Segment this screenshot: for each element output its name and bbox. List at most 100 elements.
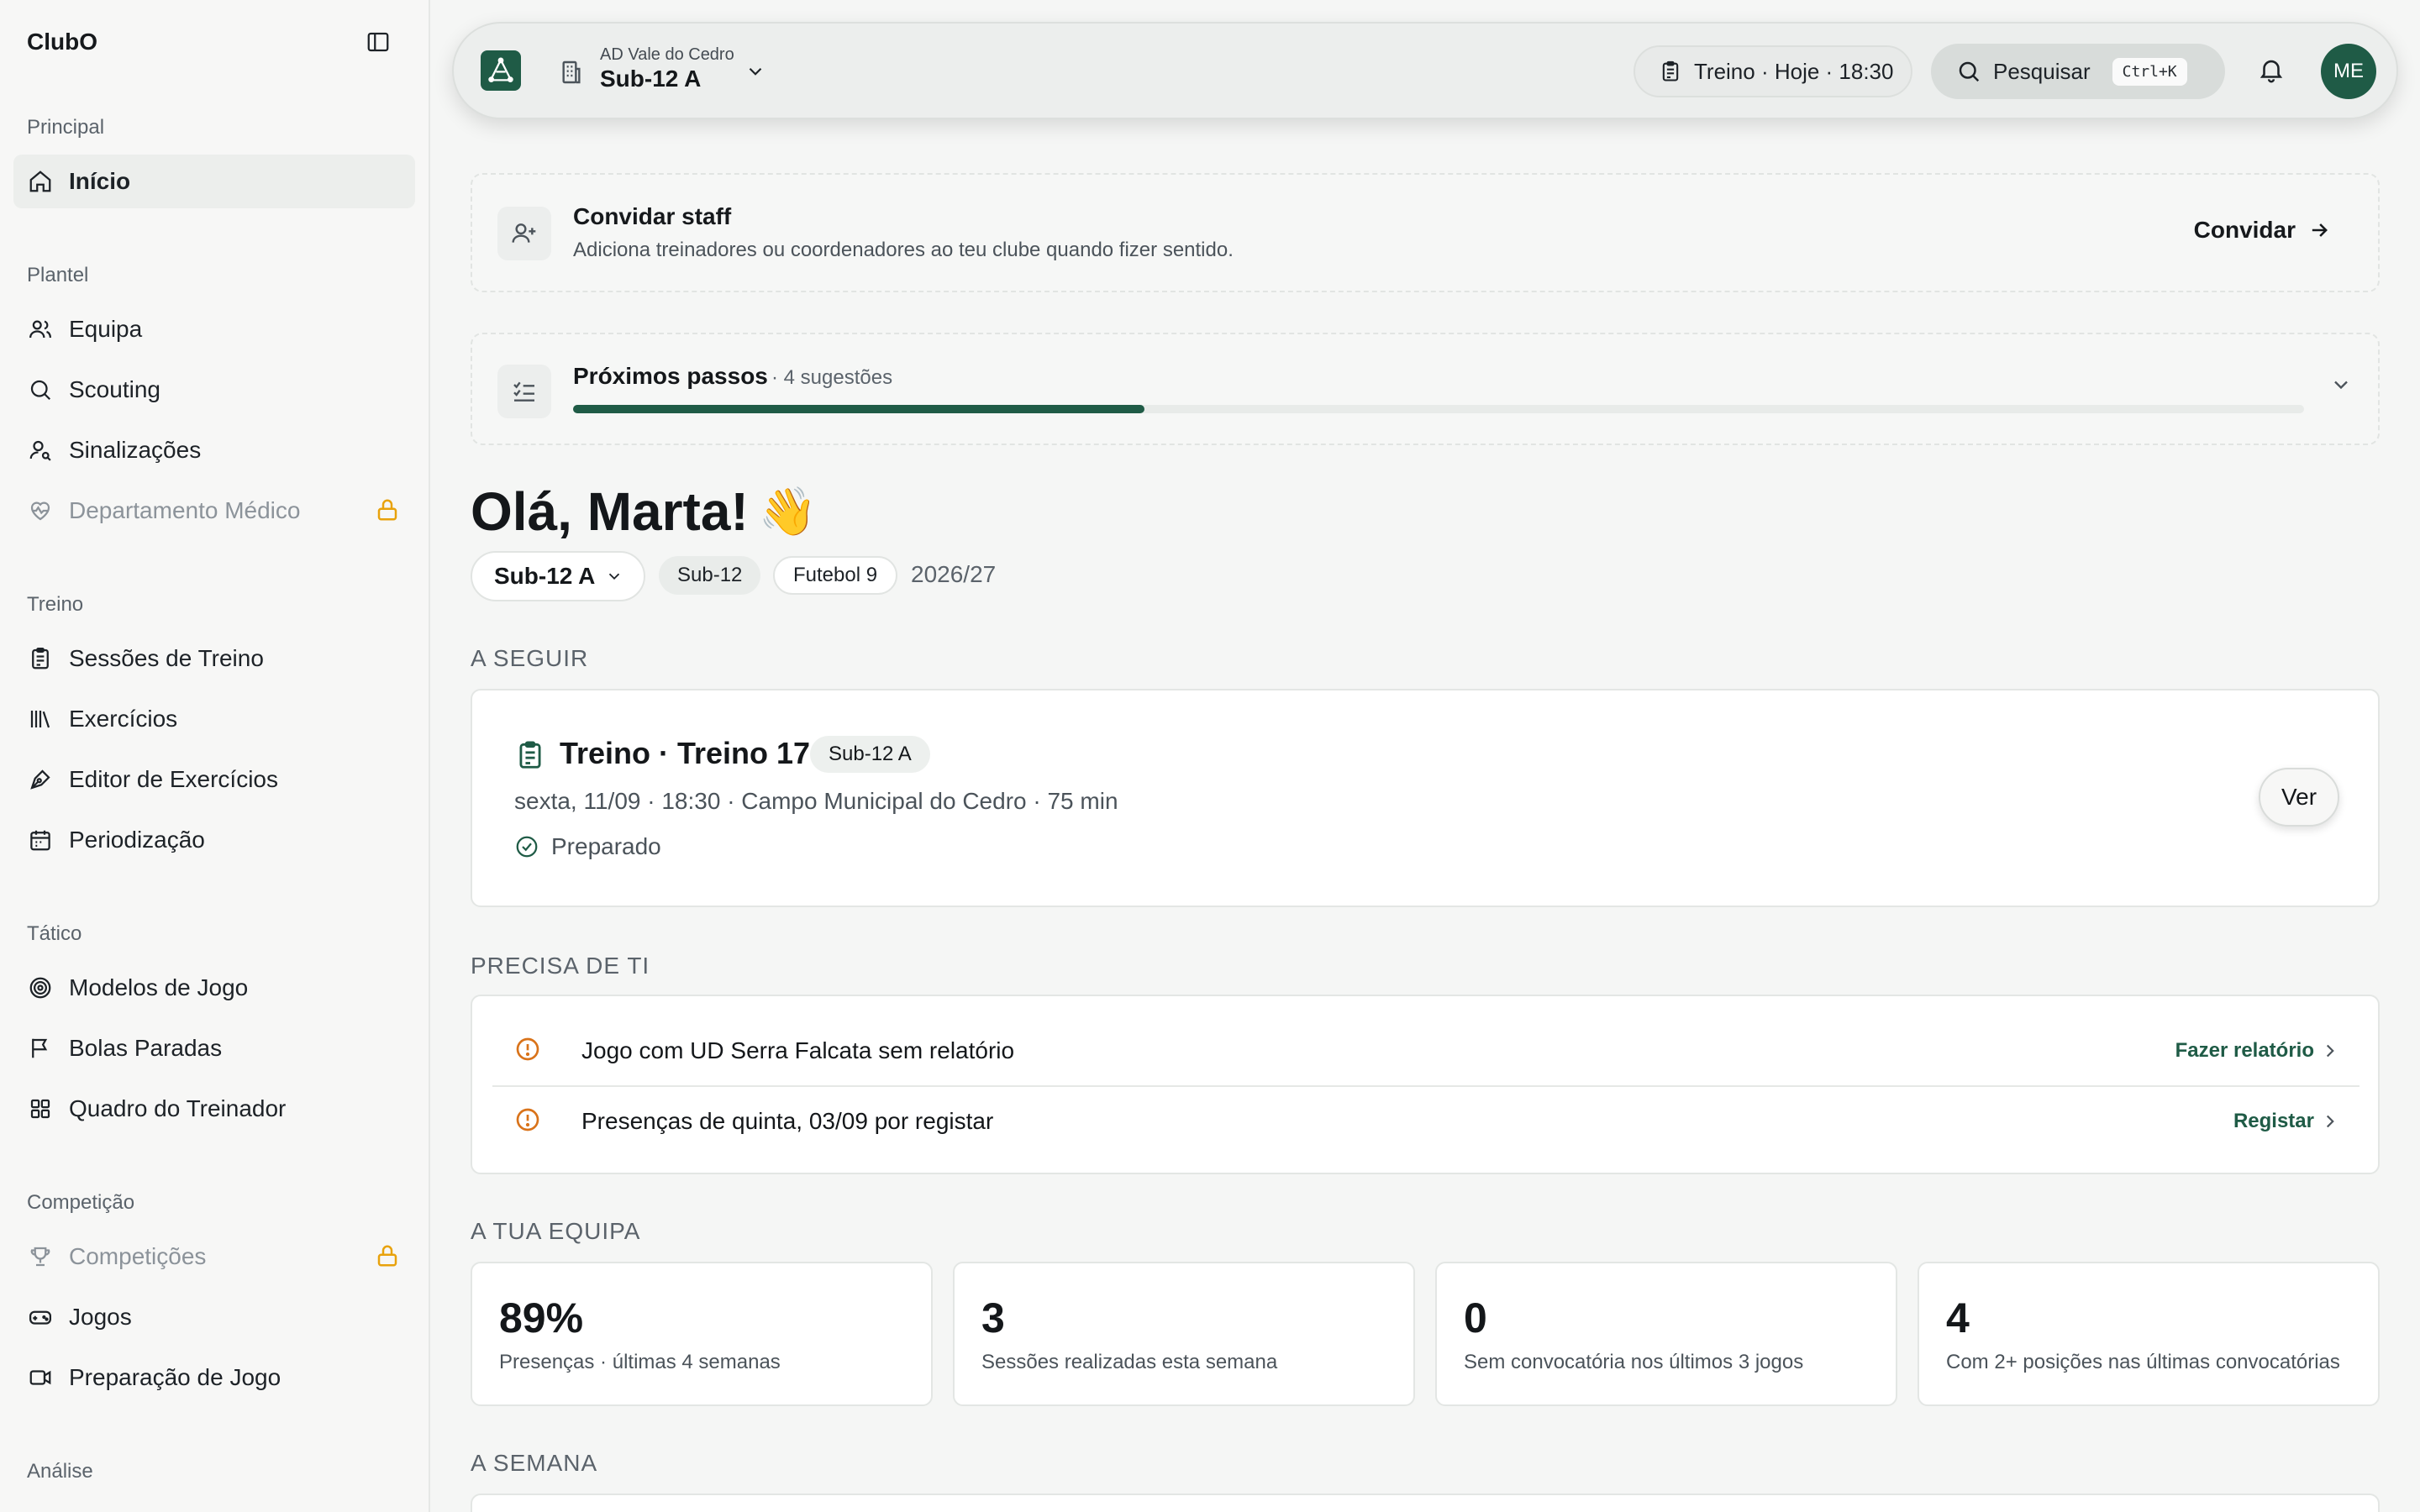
current-session-pill[interactable]: Treino · Hoje · 18:30 <box>1634 45 1912 97</box>
gamepad-icon <box>27 1304 54 1331</box>
club-logo-icon <box>488 57 513 83</box>
stat-card-multi-position[interactable]: 4 Com 2+ posições nas últimas convocatór… <box>1918 1262 2380 1406</box>
invite-button-label: Convidar <box>2193 217 2296 243</box>
stat-card-sessions[interactable]: 3 Sessões realizadas esta semana <box>953 1262 1415 1406</box>
sidebar-item-label: Modelos de Jogo <box>69 974 249 1000</box>
lock-icon <box>375 497 400 528</box>
stat-card-attendance[interactable]: 89% Presenças · últimas 4 semanas <box>471 1262 933 1406</box>
session-pill-label: Treino · Hoje · 18:30 <box>1694 58 1894 84</box>
trophy-icon <box>27 1243 54 1270</box>
sidebar-item-departamento-medico[interactable]: Departamento Médico <box>13 484 415 538</box>
clipboard-icon <box>27 645 54 672</box>
home-icon <box>27 168 54 195</box>
section-label-plantel: Plantel <box>27 264 89 286</box>
stat-card-no-callup[interactable]: 0 Sem convocatória nos últimos 3 jogos <box>1435 1262 1897 1406</box>
bell-icon[interactable] <box>2257 55 2286 88</box>
sidebar-toggle-button[interactable] <box>363 27 393 57</box>
sidebar-item-label: Sinalizações <box>69 437 202 463</box>
calendar-icon <box>27 827 54 853</box>
greeting-text: Olá, Marta! <box>471 481 749 542</box>
sidebar-item-bolas-paradas[interactable]: Bolas Paradas <box>13 1021 415 1075</box>
panel-left-icon <box>367 32 389 52</box>
sidebar-item-sessoes-de-treino[interactable]: Sessões de Treino <box>13 632 415 685</box>
team-badge: Sub-12 A <box>810 736 930 773</box>
stat-label: Presenças · últimas 4 semanas <box>499 1351 781 1373</box>
club-logo[interactable] <box>481 50 521 91</box>
lock-icon <box>375 1243 400 1274</box>
club-name: AD Vale do Cedro <box>600 45 734 64</box>
section-label-principal: Principal <box>27 116 105 139</box>
next-steps-count: · 4 sugestões <box>771 366 893 389</box>
view-session-button[interactable]: Ver <box>2259 768 2339 827</box>
clipboard-icon <box>1662 60 1679 81</box>
section-your-team: A TUA EQUIPA <box>471 1218 641 1244</box>
stat-label: Sem convocatória nos últimos 3 jogos <box>1464 1351 1804 1373</box>
sidebar-item-label: Equipa <box>69 316 143 342</box>
next-steps-progress-fill <box>573 405 1144 413</box>
sidebar-item-label: Departamento Médico <box>69 497 301 523</box>
list-item[interactable]: Jogo com UD Serra Falcata sem relatório … <box>492 1016 2360 1085</box>
video-icon <box>27 1364 54 1391</box>
grid-icon <box>27 1095 54 1122</box>
section-label-competicao: Competição <box>27 1191 135 1214</box>
sidebar-item-label: Início <box>69 168 131 194</box>
alert-circle-icon <box>514 1036 541 1067</box>
team-switcher[interactable]: Sub-12 A <box>600 66 701 92</box>
user-plus-icon <box>512 223 536 243</box>
search-shortcut: Ctrl+K <box>2112 57 2187 86</box>
sidebar-item-sinalizacoes[interactable]: Sinalizações <box>13 423 415 477</box>
avatar[interactable]: ME <box>2321 44 2376 99</box>
session-status: Preparado <box>514 833 661 860</box>
check-circle-icon <box>516 836 538 858</box>
chevron-down-icon[interactable] <box>744 60 766 87</box>
next-steps-progress <box>573 405 2304 413</box>
invite-button[interactable]: Convidar <box>2194 217 2331 244</box>
sidebar-item-inicio[interactable]: Início <box>13 155 415 208</box>
building-icon <box>558 59 585 90</box>
section-up-next: A SEGUIR <box>471 645 589 671</box>
sidebar-item-exercicios[interactable]: Exercícios <box>13 692 415 746</box>
sidebar-item-equipa[interactable]: Equipa <box>13 302 415 356</box>
list-item[interactable]: Presenças de quinta, 03/09 por registar … <box>492 1087 2360 1156</box>
search-icon <box>1959 61 1980 82</box>
user-plus-tile <box>497 207 551 260</box>
flag-icon <box>27 1035 54 1062</box>
section-needs-you: PRECISA DE TI <box>471 953 650 979</box>
sidebar-item-quadro-do-treinador[interactable]: Quadro do Treinador <box>13 1082 415 1136</box>
sidebar-item-competicoes[interactable]: Competições <box>13 1230 415 1284</box>
sidebar-item-label: Scouting <box>69 376 160 402</box>
chevron-right-icon <box>2319 1110 2341 1137</box>
search-label: Pesquisar <box>1993 58 2091 84</box>
sidebar-item-jogos[interactable]: Jogos <box>13 1290 415 1344</box>
next-steps-card[interactable]: Próximos passos · 4 sugestões <box>471 333 2380 445</box>
invite-title: Convidar staff <box>573 203 732 229</box>
sidebar-item-label: Preparação de Jogo <box>69 1364 281 1390</box>
team-select-value: Sub-12 A <box>494 563 596 589</box>
heart-pulse-icon <box>27 497 54 524</box>
stat-value: 4 <box>1946 1294 1970 1341</box>
sidebar-item-editor-de-exercicios[interactable]: Editor de Exercícios <box>13 753 415 806</box>
week-card <box>471 1494 2380 1512</box>
sidebar-item-label: Bolas Paradas <box>69 1035 223 1061</box>
team-select[interactable]: Sub-12 A <box>471 551 645 601</box>
section-label-tatico: Tático <box>27 922 82 945</box>
stat-label: Com 2+ posições nas últimas convocatória… <box>1946 1351 2340 1373</box>
sidebar-item-scouting[interactable]: Scouting <box>13 363 415 417</box>
top-bar: AD Vale do Cedro Sub-12 A Treino · Hoje … <box>452 22 2398 119</box>
stat-value: 0 <box>1464 1294 1487 1341</box>
search-button[interactable]: Pesquisar Ctrl+K <box>1931 44 2225 99</box>
next-session-card[interactable]: Treino · Treino 17 Sub-12 A sexta, 11/09… <box>471 689 2380 907</box>
register-attendance-link[interactable]: Registar <box>2233 1110 2314 1133</box>
invite-description: Adiciona treinadores ou coordenadores ao… <box>573 239 1234 261</box>
sidebar-item-periodizacao[interactable]: Periodização <box>13 813 415 867</box>
users-icon <box>27 316 54 343</box>
write-report-link[interactable]: Fazer relatório <box>2175 1039 2314 1063</box>
chevron-down-icon[interactable] <box>2329 373 2353 401</box>
app-root: ClubO Principal Início Plantel Equipa Sc… <box>0 0 2420 1512</box>
stat-value: 3 <box>981 1294 1005 1341</box>
sidebar-item-label: Sessões de Treino <box>69 645 264 671</box>
sidebar-item-preparacao-de-jogo[interactable]: Preparação de Jogo <box>13 1351 415 1404</box>
sidebar-item-label: Quadro do Treinador <box>69 1095 287 1121</box>
search-icon <box>27 376 54 403</box>
sidebar-item-modelos-de-jogo[interactable]: Modelos de Jogo <box>13 961 415 1015</box>
